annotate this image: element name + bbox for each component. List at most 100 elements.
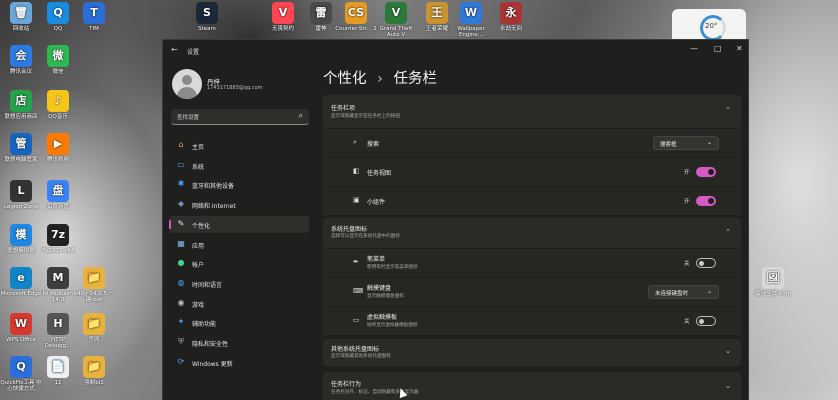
desktop-icon[interactable]: 🖼 蜜汁圣战 vmp [752,267,794,297]
toggle-state-label: 关 [684,261,690,267]
desktop-icon[interactable]: 盘百度网盘 [37,180,79,210]
desktop-icon[interactable]: Q QuickFix工具 中心快捷方式 [0,356,42,393]
desktop-icon[interactable]: 7z 7z2301-x64 [37,224,79,254]
section-other-tray-icons[interactable]: 其他系统托盘图标 显示或隐藏其他系统托盘图标 ⌄ [323,339,741,366]
desktop-icon[interactable]: 模联想模拟器 [0,224,42,254]
desktop-icon-label: 蜜汁圣战 vmp [755,291,791,297]
desktop-icon[interactable]: ▶ 腾讯视频 [37,133,79,163]
taskview-toggle[interactable] [696,167,716,177]
desktop-icon[interactable]: L Legion Zone [0,180,42,210]
desktop-icon[interactable]: e Microsoft Edge [0,267,42,297]
bluetooth-icon: ✱ [177,179,185,189]
keyboard-icon: ⌨ [353,287,364,295]
sidebar-item[interactable]: ◈ 网络和 Internet [169,196,309,213]
desktop-icon[interactable]: W WPS Office [0,313,42,343]
desktop-icon-label: 微信 [52,69,64,75]
desktop-icon-label: QQ音乐 [48,114,68,120]
sidebar-item[interactable]: ⛨ 隐私和安全性 [169,334,309,351]
row-description: 始终显示虚拟触摸板图标 [367,323,418,328]
desktop-icon[interactable]: 📁 强制bl2 [73,356,115,386]
desktop-icon[interactable]: 微微信 [37,45,79,75]
chevron-down-icon[interactable]: ⌄ [725,382,731,390]
chevron-up-icon[interactable]: ⌃ [725,106,731,114]
desktop-icon[interactable]: S Steam [186,2,228,32]
avatar-head [182,75,192,85]
desktop-icon[interactable]: 永永劫无间 [490,2,532,32]
section-taskbar-behaviors[interactable]: 任务栏行为 任务栏对齐、标记、自动隐藏和多个显示器 ⌄ [323,372,741,400]
page-title: 任务栏 [393,71,438,87]
section-title: 任务栏项 [331,105,356,112]
app-icon: S [196,2,218,24]
sidebar-item[interactable]: ◍ 时间和语言 [169,275,309,292]
app-icon: 会 [10,45,32,67]
desktop-icon[interactable]: 🗑 回收站 [0,2,42,32]
minimize-icon[interactable]: — [690,44,698,53]
row-search: ⌕ 搜索 搜索框 ⌄ [323,129,741,157]
desktop-icon-label: WPS Office [5,337,37,343]
sidebar-item[interactable]: ✎ 个性化 [169,215,309,233]
taskview-icon: ◧ [353,167,360,175]
chevron-up-icon[interactable]: ⌃ [725,228,731,236]
row-label: 触摸键盘 [367,285,392,292]
desktop-icon-label: TIM [89,26,99,32]
sidebar-item-label: 蓝牙和其他设备 [192,183,235,191]
wifi-icon: ◈ [177,199,185,209]
avatar[interactable] [172,69,202,99]
toggle-state-label: 开 [684,170,690,176]
sidebar-item[interactable]: ▭ 系统 [169,157,309,174]
weather-widget[interactable]: 20° [672,9,746,43]
desktop-icon-label: 联想应用商店 [4,114,38,120]
desktop-icon[interactable]: 管联想电脑管家 [0,133,42,163]
app-icon: 雷 [310,2,332,24]
account-icon: ● [177,258,185,268]
sidebar-item[interactable]: ⌂ 主页 [169,137,309,154]
globe-icon: ◍ [177,277,185,287]
search-input[interactable]: 查找设置 ⌕ [171,109,309,125]
desktop-icon[interactable]: V Grand Theft Auto V [375,2,417,39]
sidebar-item[interactable]: ◉ 游戏 [169,295,309,312]
desktop-icon[interactable]: 📁 k40g 14.0.5 一键root [73,267,115,304]
user-email: 1743171883@qq.com [207,85,263,91]
maximize-icon[interactable]: □ [714,44,722,53]
desktop-icon[interactable]: 店联想应用商店 [0,90,42,120]
close-icon[interactable]: ✕ [736,44,743,53]
pen-icon: ✒ [353,258,359,266]
desktop-icon[interactable]: V 无畏契约 [262,2,304,32]
settings-window: ← 设置 — □ ✕ 丹梓 1743171883@qq.com 查找设置 ⌕ ⌂… [162,39,749,400]
desktop-icon-label: Legion Zone [4,204,38,210]
widget-value: 20° [705,22,718,30]
breadcrumb-parent[interactable]: 个性化 [323,71,367,87]
touch-keyboard-dropdown[interactable]: 未连接键盘时 ⌄ [648,285,719,299]
sidebar-item[interactable]: ✦ 辅助功能 [169,314,309,331]
desktop-icon[interactable]: CS Counter-Str... 2 [335,2,377,32]
desktop-icon[interactable]: T TIM [73,2,115,32]
pen-menu-toggle[interactable] [696,258,716,268]
desktop-icon[interactable]: W Wallpaper Engine... [450,2,492,39]
search-mode-dropdown[interactable]: 搜索框 ⌄ [653,136,719,150]
search-icon[interactable]: ⌕ [299,111,303,121]
dropdown-value: 未连接键盘时 [655,291,689,297]
app-icon: 模 [10,224,32,246]
sidebar-item[interactable]: ● 帐户 [169,255,309,272]
back-arrow-icon[interactable]: ← [171,45,178,54]
app-title: 设置 [187,49,200,56]
desktop-icon[interactable]: ♪ QQ音乐 [37,90,79,120]
desktop-icon[interactable]: 会腾讯会议 [0,45,42,75]
widgets-toggle[interactable] [696,196,716,206]
app-icon: e [10,267,32,289]
dropdown-value: 搜索框 [660,142,677,148]
desktop-icon[interactable]: 📁 官网 [73,313,115,343]
app-icon: 微 [47,45,69,67]
sidebar-item[interactable]: ⟳ Windows 更新 [169,354,309,371]
avatar-body [177,87,197,99]
section-tray-icons[interactable]: 系统托盘图标 选择可以显示在系统托盘中的图标 ⌃ [323,218,741,248]
virtual-touchpad-toggle[interactable] [696,316,716,326]
chevron-down-icon[interactable]: ⌄ [725,347,731,355]
app-icon: 盘 [47,180,69,202]
sidebar-item[interactable]: ✱ 蓝牙和其他设备 [169,176,309,193]
sidebar-item-label: 个性化 [192,222,211,230]
sidebar-item[interactable]: ▦ 应用 [169,236,309,253]
section-taskbar-items[interactable]: 任务栏项 显示或隐藏显示在任务栏上的按钮 ⌃ [323,95,741,128]
row-description: 使用笔时显示笔菜单图标 [367,265,418,270]
touchpad-icon: ▭ [353,316,360,324]
